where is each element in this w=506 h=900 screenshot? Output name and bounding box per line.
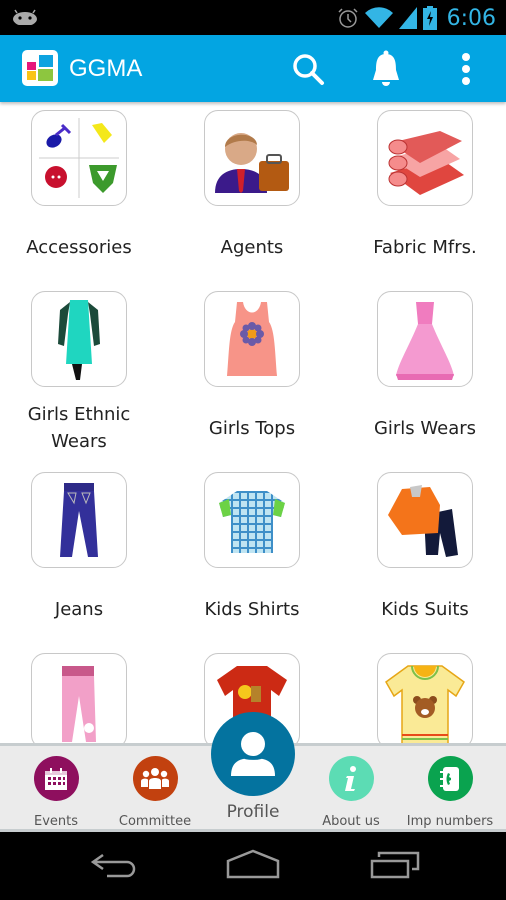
category-label: Girls Tops	[208, 417, 296, 439]
system-nav-bar	[0, 832, 506, 900]
nav-label: Imp numbers	[406, 814, 494, 829]
bear-tshirt-icon	[377, 653, 473, 743]
nav-committee[interactable]: Committee	[112, 746, 198, 832]
fabric-icon	[377, 110, 473, 206]
category-grid: Accessories Agents Fabric Mfrs. Girls Et…	[0, 102, 506, 743]
bell-icon	[373, 50, 399, 86]
accessories-icon	[31, 110, 127, 206]
nav-label: Committee	[118, 814, 192, 829]
person-icon	[211, 712, 295, 796]
recents-button[interactable]	[365, 844, 425, 884]
nav-label: Events	[33, 814, 78, 829]
suit-icon	[377, 472, 473, 568]
wifi-icon	[364, 7, 393, 29]
nav-events[interactable]: Events	[17, 746, 95, 832]
app-title: GGMA	[69, 55, 143, 82]
nav-profile[interactable]: Profile	[211, 712, 295, 835]
alarm-icon	[338, 8, 358, 28]
jeans-icon	[31, 472, 127, 568]
pink-pants-icon	[31, 653, 127, 743]
category-kids-shirts[interactable]: Kids Shirts	[168, 464, 336, 644]
category-label: Girls Wears	[373, 417, 477, 439]
back-button[interactable]	[82, 844, 142, 884]
category-label: Accessories	[26, 236, 132, 258]
status-time: 6:06	[446, 5, 496, 31]
category-fabric-mfrs[interactable]: Fabric Mfrs.	[341, 102, 506, 282]
category-label: Fabric Mfrs.	[373, 236, 477, 258]
android-icon	[13, 9, 37, 25]
status-bar: 6:06	[0, 0, 506, 35]
category-label: Kids Suits	[381, 598, 469, 620]
phonebook-icon	[427, 756, 473, 801]
category-agents[interactable]: Agents	[168, 102, 336, 282]
category-label: Agents	[220, 236, 284, 258]
shirt-icon	[204, 472, 300, 568]
category-label: Girls Ethnic Wears	[27, 404, 131, 452]
signal-icon	[398, 7, 417, 29]
more-vert-icon	[462, 53, 470, 85]
search-icon	[293, 54, 324, 85]
battery-charging-icon	[422, 6, 437, 30]
category-label: Jeans	[54, 598, 104, 620]
category-item[interactable]	[341, 645, 506, 743]
nav-imp-numbers[interactable]: Imp numbers	[403, 746, 497, 832]
overflow-menu-button[interactable]	[446, 49, 486, 89]
category-kids-suits[interactable]: Kids Suits	[341, 464, 506, 644]
ethnic-dress-icon	[31, 291, 127, 387]
back-icon	[90, 853, 136, 878]
gown-icon	[377, 291, 473, 387]
info-icon	[328, 756, 374, 801]
category-item[interactable]	[0, 645, 163, 743]
nav-label: About us	[322, 814, 380, 829]
recents-icon	[370, 851, 420, 879]
calendar-icon	[33, 756, 79, 801]
nav-label: Profile	[226, 802, 280, 822]
search-button[interactable]	[288, 49, 328, 89]
notifications-button[interactable]	[366, 49, 406, 89]
tank-top-icon	[204, 291, 300, 387]
app-bar: GGMA	[0, 35, 506, 102]
home-button[interactable]	[223, 844, 283, 884]
nav-about-us[interactable]: About us	[311, 746, 391, 832]
category-label: Kids Shirts	[204, 598, 300, 620]
agent-icon	[204, 110, 300, 206]
app-logo-icon	[22, 50, 58, 86]
category-girls-tops[interactable]: Girls Tops	[168, 283, 336, 463]
home-icon	[226, 849, 280, 879]
group-icon	[132, 756, 178, 801]
category-girls-wears[interactable]: Girls Wears	[341, 283, 506, 463]
category-girls-ethnic-wears[interactable]: Girls Ethnic Wears	[0, 283, 163, 463]
category-jeans[interactable]: Jeans	[0, 464, 163, 644]
category-accessories[interactable]: Accessories	[0, 102, 163, 282]
